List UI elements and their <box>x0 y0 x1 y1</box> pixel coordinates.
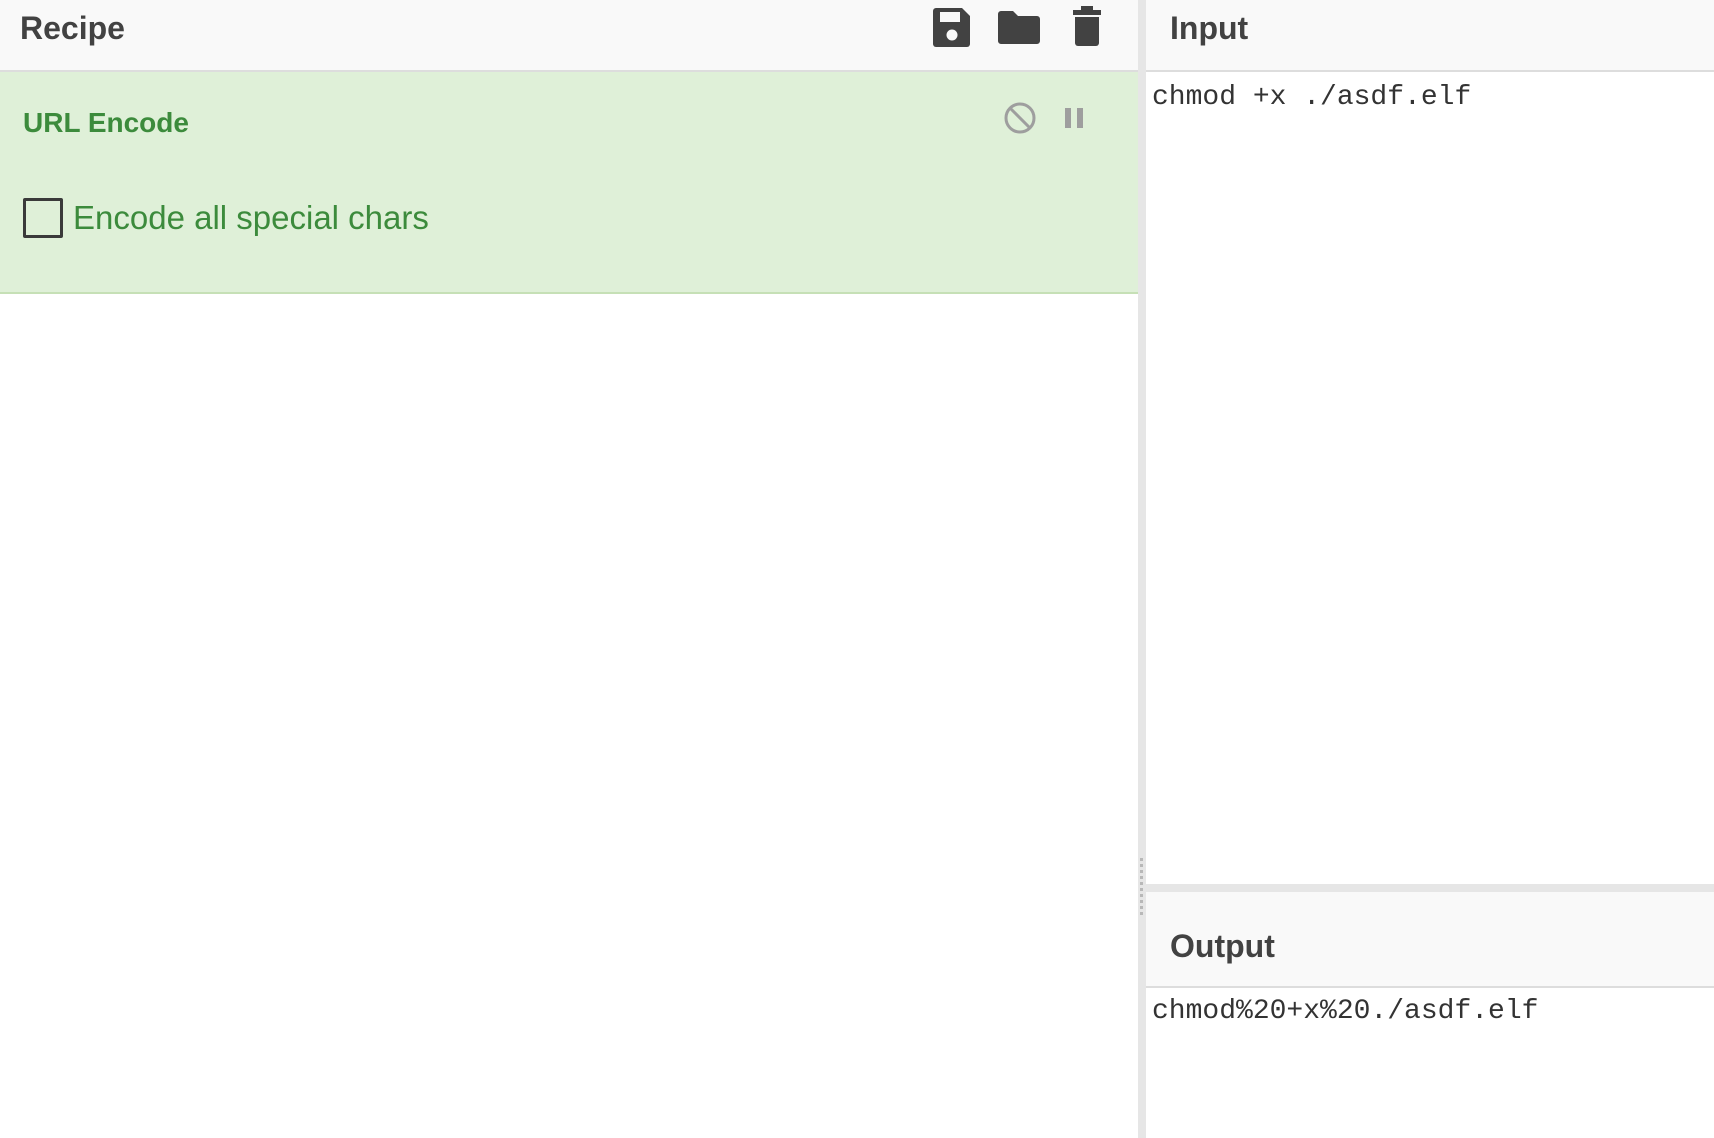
recipe-title: Recipe <box>20 10 125 46</box>
output-title: Output <box>1170 928 1275 964</box>
trash-icon[interactable] <box>1065 2 1109 50</box>
save-icon[interactable] <box>930 2 974 50</box>
operation-url-encode[interactable]: URL Encode Encode all special chars <box>0 72 1138 294</box>
recipe-header: Recipe <box>0 0 1138 72</box>
folder-icon[interactable] <box>995 2 1043 50</box>
app-window: Recipe URL Encode Encode all special cha… <box>0 0 1714 1138</box>
input-title: Input <box>1170 10 1249 46</box>
operation-title: URL Encode <box>23 107 189 138</box>
pane-resize-handle[interactable] <box>1138 0 1146 1138</box>
input-textarea[interactable]: chmod +x ./asdf.elf <box>1152 80 1471 116</box>
encode-special-chars-checkbox[interactable] <box>23 198 63 238</box>
encode-special-chars-label: Encode all special chars <box>73 199 429 236</box>
pause-icon[interactable] <box>1055 98 1095 138</box>
output-header: Output <box>1146 892 1714 988</box>
output-text[interactable]: chmod%20+x%20./asdf.elf <box>1152 994 1538 1030</box>
io-resize-handle[interactable] <box>1146 884 1714 892</box>
resize-grip <box>1140 858 1143 918</box>
io-pane: Input chmod +x ./asdf.elf Output chmod%2… <box>1146 0 1714 1138</box>
input-header: Input <box>1146 0 1714 72</box>
disable-icon[interactable] <box>1000 98 1040 138</box>
recipe-pane: Recipe URL Encode Encode all special cha… <box>0 0 1138 1138</box>
